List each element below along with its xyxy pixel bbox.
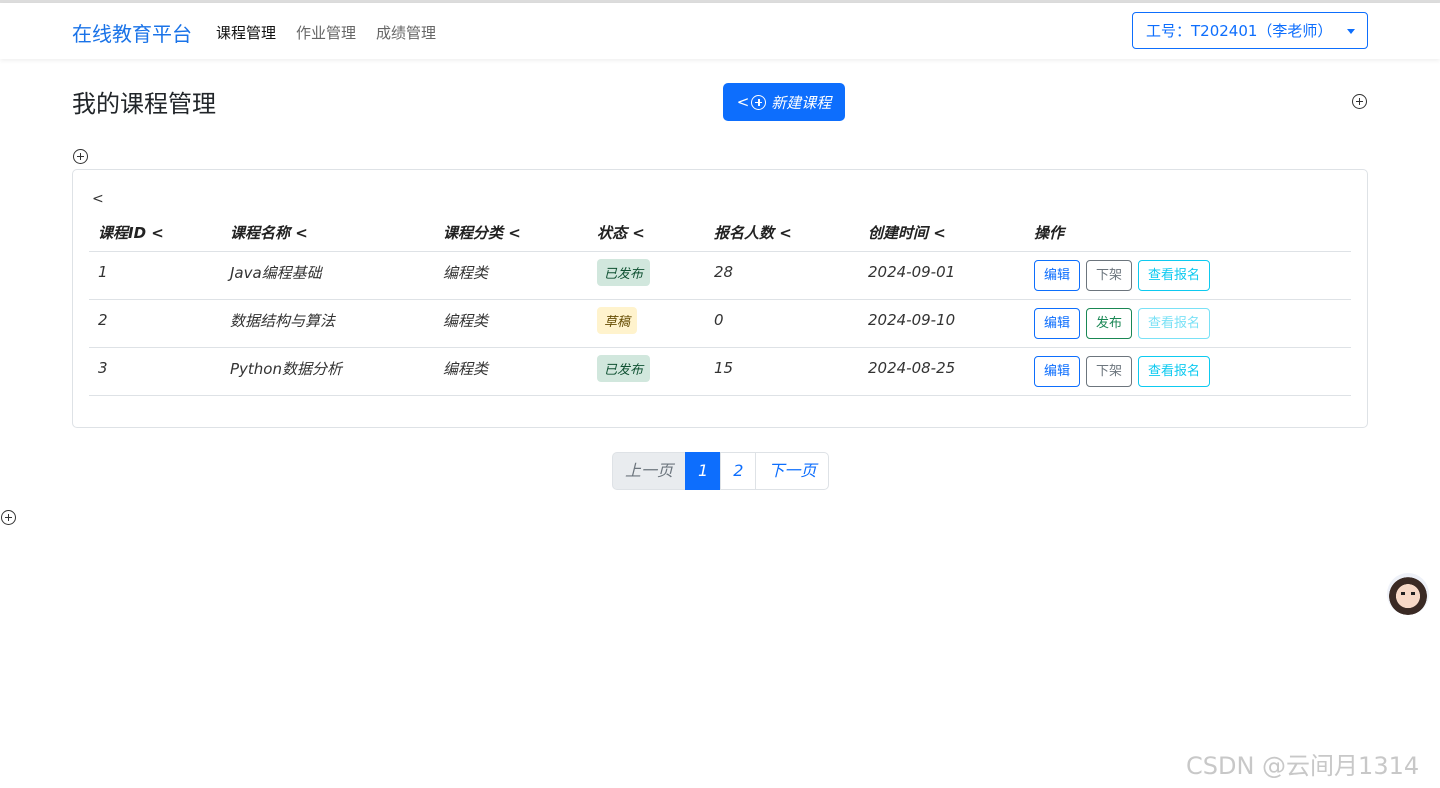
new-button-label: 新建课程 bbox=[771, 93, 832, 112]
page-1-button[interactable]: 1 bbox=[685, 452, 722, 490]
table-row: 2 数据结构与算法 编程类 草稿 0 2024-09-10 编辑 发布 查看报名 bbox=[89, 299, 1351, 348]
caret-down-icon bbox=[1347, 29, 1355, 34]
next-page-button[interactable]: 下一页 bbox=[755, 452, 830, 490]
header-course-id[interactable]: 课程ID < bbox=[89, 214, 221, 252]
user-label: 工号：T202401（李老师） bbox=[1146, 22, 1333, 40]
view-enrollment-button[interactable]: 查看报名 bbox=[1138, 259, 1211, 291]
new-button-prefix: < bbox=[736, 93, 750, 111]
user-dropdown[interactable]: 工号：T202401（李老师） bbox=[1132, 12, 1368, 49]
header-status[interactable]: 状态 < bbox=[588, 214, 705, 252]
pagination: 上一页 1 2 下一页 bbox=[612, 452, 830, 490]
prev-page-button: 上一页 bbox=[612, 452, 687, 490]
view-enrollment-button[interactable]: 查看报名 bbox=[1138, 355, 1211, 387]
cell-created: 2024-09-01 bbox=[859, 251, 1025, 300]
cell-status: 已发布 bbox=[588, 251, 705, 300]
header-category[interactable]: 课程分类 < bbox=[434, 214, 588, 252]
circle-plus-icon[interactable] bbox=[1352, 94, 1367, 109]
status-badge: 已发布 bbox=[597, 258, 651, 286]
unpublish-button[interactable]: 下架 bbox=[1086, 355, 1133, 387]
table-row: 1 Java编程基础 编程类 已发布 28 2024-09-01 编辑 下架 查看报… bbox=[89, 251, 1351, 300]
unpublish-button[interactable]: 下架 bbox=[1086, 259, 1133, 291]
cell-actions: 编辑 发布 查看报名 bbox=[1025, 299, 1351, 348]
cell-status: 草稿 bbox=[588, 299, 705, 348]
table-row: 3 Python数据分析 编程类 已发布 15 2024-08-25 编辑 下架查… bbox=[89, 347, 1351, 396]
publish-button[interactable]: 发布 bbox=[1086, 307, 1133, 339]
cell-actions: 编辑 下架 查看报名 bbox=[1025, 251, 1351, 300]
cell-enrolled: 0 bbox=[705, 299, 859, 348]
status-badge: 已发布 bbox=[597, 354, 651, 382]
cell-id: 1 bbox=[89, 251, 221, 300]
cell-id: 3 bbox=[89, 347, 221, 396]
cell-created: 2024-09-10 bbox=[859, 299, 1025, 348]
circle-plus-icon bbox=[751, 94, 767, 110]
cell-enrolled: 28 bbox=[705, 251, 859, 300]
course-table-card: < 课程ID < 课程名称 < 课程分类 < 状态 < 报名人数 < 创建时间 … bbox=[72, 169, 1368, 428]
navbar: 在线教育平台 课程管理 作业管理 成绩管理 工号：T202401（李老师） bbox=[0, 3, 1440, 59]
cell-category: 编程类 bbox=[434, 299, 588, 348]
cell-category: 编程类 bbox=[434, 251, 588, 300]
page-title: 我的课程管理 bbox=[72, 90, 216, 118]
status-badge: 草稿 bbox=[597, 306, 638, 334]
cell-status: 已发布 bbox=[588, 347, 705, 396]
nav-course-management[interactable]: 课程管理 bbox=[216, 22, 276, 43]
nav-grade-management[interactable]: 成绩管理 bbox=[376, 22, 436, 43]
assistant-avatar-icon[interactable] bbox=[1387, 573, 1429, 615]
cell-created: 2024-08-25 bbox=[859, 347, 1025, 396]
table-header-row: 课程ID < 课程名称 < 课程分类 < 状态 < 报名人数 < 创建时间 < … bbox=[89, 214, 1351, 252]
new-course-button[interactable]: < 新建课程 bbox=[723, 83, 845, 121]
edit-button[interactable]: 编辑 bbox=[1034, 307, 1081, 339]
nav-homework-management[interactable]: 作业管理 bbox=[296, 22, 356, 43]
brand-link[interactable]: 在线教育平台 bbox=[72, 18, 192, 47]
watermark: CSDN @云间月1314 bbox=[1186, 752, 1420, 780]
header-course-name[interactable]: 课程名称 < bbox=[221, 214, 434, 252]
edit-button[interactable]: 编辑 bbox=[1034, 259, 1081, 291]
cell-id: 2 bbox=[89, 299, 221, 348]
cell-enrolled: 15 bbox=[705, 347, 859, 396]
course-table: 课程ID < 课程名称 < 课程分类 < 状态 < 报名人数 < 创建时间 < … bbox=[89, 214, 1351, 396]
cell-category: 编程类 bbox=[434, 347, 588, 396]
circle-plus-icon[interactable] bbox=[73, 149, 88, 164]
page-2-button[interactable]: 2 bbox=[720, 452, 757, 490]
card-prefix: < bbox=[92, 191, 104, 207]
cell-name: Java编程基础 bbox=[221, 251, 434, 300]
view-enrollment-button: 查看报名 bbox=[1138, 307, 1211, 339]
circle-plus-icon[interactable] bbox=[1, 510, 16, 525]
cell-actions: 编辑 下架 查看报名 bbox=[1025, 347, 1351, 396]
header-created[interactable]: 创建时间 < bbox=[859, 214, 1025, 252]
cell-name: Python数据分析 bbox=[221, 347, 434, 396]
edit-button[interactable]: 编辑 bbox=[1034, 355, 1081, 387]
cell-name: 数据结构与算法 bbox=[221, 299, 434, 348]
header-actions: 操作 bbox=[1025, 214, 1351, 252]
header-enrolled[interactable]: 报名人数 < bbox=[705, 214, 859, 252]
